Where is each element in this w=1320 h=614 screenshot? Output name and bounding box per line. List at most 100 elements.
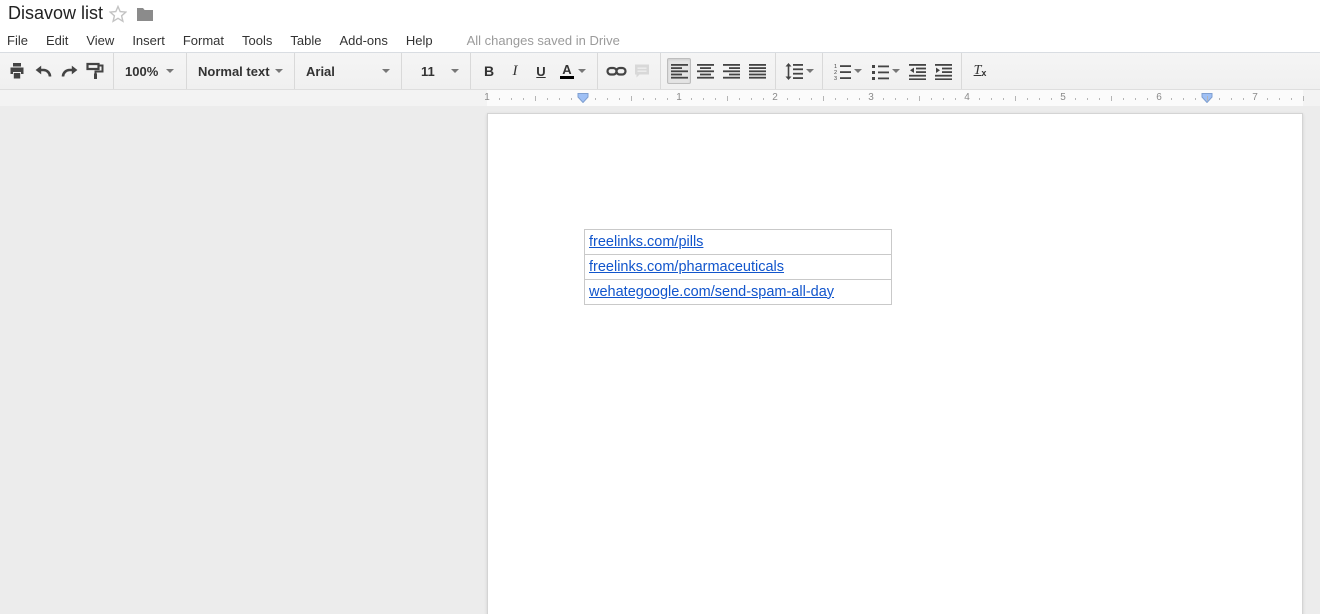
bold-icon: B	[483, 63, 495, 79]
increase-indent-button[interactable]	[931, 58, 955, 84]
numbered-list-icon: 1 2 3	[833, 63, 851, 80]
table-row: wehategoogle.com/send-spam-all-day	[584, 279, 892, 305]
table-cell-link[interactable]: wehategoogle.com/send-spam-all-day	[589, 284, 834, 300]
text-color-button[interactable]: A	[555, 58, 591, 84]
font-size-value: 11	[421, 63, 435, 79]
ruler-tick	[691, 98, 692, 100]
toolbar-separator	[660, 53, 661, 89]
toolbar-separator	[775, 53, 776, 89]
ruler-tick	[979, 98, 980, 100]
save-status[interactable]: All changes saved in Drive	[467, 33, 620, 48]
clear-formatting-button[interactable]: Tx	[968, 58, 992, 84]
menu-tools[interactable]: Tools	[242, 33, 272, 48]
menu-table[interactable]: Table	[290, 33, 321, 48]
table-cell[interactable]: freelinks.com/pharmaceuticals	[584, 254, 892, 280]
ruler-tick	[1123, 98, 1124, 100]
align-left-icon	[670, 63, 688, 80]
ruler-tick	[859, 98, 860, 100]
insert-comment-button[interactable]	[630, 58, 654, 84]
italic-button[interactable]: I	[503, 58, 527, 84]
menu-help[interactable]: Help	[406, 33, 433, 48]
ruler-tick	[535, 96, 536, 101]
underline-icon: U	[536, 63, 546, 79]
table-cell-link[interactable]: freelinks.com/pills	[589, 234, 703, 250]
toolbar-separator	[401, 53, 402, 89]
left-indent-marker[interactable]	[577, 93, 589, 103]
menu-edit[interactable]: Edit	[46, 33, 68, 48]
font-family-value: Arial	[306, 63, 335, 79]
document-canvas: freelinks.com/pills freelinks.com/pharmac…	[0, 106, 1320, 614]
chevron-down-icon	[451, 69, 459, 73]
decrease-indent-button[interactable]	[905, 58, 929, 84]
table-cell-link[interactable]: freelinks.com/pharmaceuticals	[589, 259, 784, 275]
ruler-tick	[595, 98, 596, 100]
menu-insert[interactable]: Insert	[132, 33, 165, 48]
ruler-tick	[1183, 98, 1184, 100]
ruler-tick	[1003, 98, 1004, 100]
print-button[interactable]	[5, 58, 29, 84]
menu-format[interactable]: Format	[183, 33, 224, 48]
line-spacing-icon	[785, 62, 803, 80]
toolbar-separator	[113, 53, 114, 89]
ruler-tick	[667, 98, 668, 100]
ruler-tick	[1195, 98, 1196, 100]
menu-view[interactable]: View	[86, 33, 114, 48]
paint-format-button[interactable]	[83, 58, 107, 84]
ruler-tick	[955, 98, 956, 100]
ruler-tick	[1243, 98, 1244, 100]
bulleted-list-icon	[871, 63, 889, 80]
bulleted-list-button[interactable]	[867, 58, 903, 84]
insert-link-button[interactable]	[604, 58, 628, 84]
chevron-down-icon	[805, 69, 814, 73]
paragraph-style-select[interactable]: Normal text	[192, 58, 289, 84]
ruler-tick	[559, 98, 560, 100]
ruler-tick	[511, 98, 512, 100]
table-cell[interactable]: wehategoogle.com/send-spam-all-day	[584, 279, 892, 305]
bold-button[interactable]: B	[477, 58, 501, 84]
ruler-tick	[1111, 96, 1112, 101]
ruler-tick	[1171, 98, 1172, 100]
align-right-button[interactable]	[719, 58, 743, 84]
zoom-select[interactable]: 100%	[119, 58, 181, 84]
underline-button[interactable]: U	[529, 58, 553, 84]
align-left-button[interactable]	[667, 58, 691, 84]
numbered-list-button[interactable]: 1 2 3	[829, 58, 865, 84]
redo-icon	[60, 62, 79, 80]
table-row: freelinks.com/pills	[584, 229, 892, 255]
text-color-icon: A	[560, 63, 574, 79]
ruler-tick	[787, 98, 788, 100]
line-spacing-button[interactable]	[782, 58, 816, 84]
chevron-down-icon	[891, 69, 900, 73]
insert-link-icon	[605, 62, 627, 80]
font-size-select[interactable]: 11	[407, 58, 465, 84]
ruler-number: 3	[868, 92, 874, 103]
align-center-button[interactable]	[693, 58, 717, 84]
menu-add-ons[interactable]: Add-ons	[339, 33, 387, 48]
font-family-select[interactable]: Arial	[300, 58, 396, 84]
zoom-value: 100%	[125, 63, 159, 79]
redo-button[interactable]	[57, 58, 81, 84]
document-page[interactable]: freelinks.com/pills freelinks.com/pharmac…	[487, 113, 1303, 614]
ruler-tick	[619, 98, 620, 100]
table-cell[interactable]: freelinks.com/pills	[584, 229, 892, 255]
ruler-tick	[931, 98, 932, 100]
ruler-tick	[991, 98, 992, 100]
undo-button[interactable]	[31, 58, 55, 84]
ruler-tick	[1219, 98, 1220, 100]
ruler-tick	[1099, 98, 1100, 100]
insert-comment-icon	[633, 62, 651, 80]
ruler-tick	[1039, 98, 1040, 100]
ruler-tick	[715, 98, 716, 100]
align-justify-button[interactable]	[745, 58, 769, 84]
ruler-tick	[703, 98, 704, 100]
star-outline-icon[interactable]	[109, 5, 127, 23]
toolbar-separator	[294, 53, 295, 89]
ruler-tick	[1231, 98, 1232, 100]
folder-icon[interactable]	[136, 6, 154, 22]
chevron-down-icon	[166, 69, 175, 73]
ruler-tick	[883, 98, 884, 100]
ruler-tick	[907, 98, 908, 100]
menu-file[interactable]: File	[7, 33, 28, 48]
document-title[interactable]: Disavow list	[8, 3, 103, 24]
ruler-tick	[847, 98, 848, 100]
